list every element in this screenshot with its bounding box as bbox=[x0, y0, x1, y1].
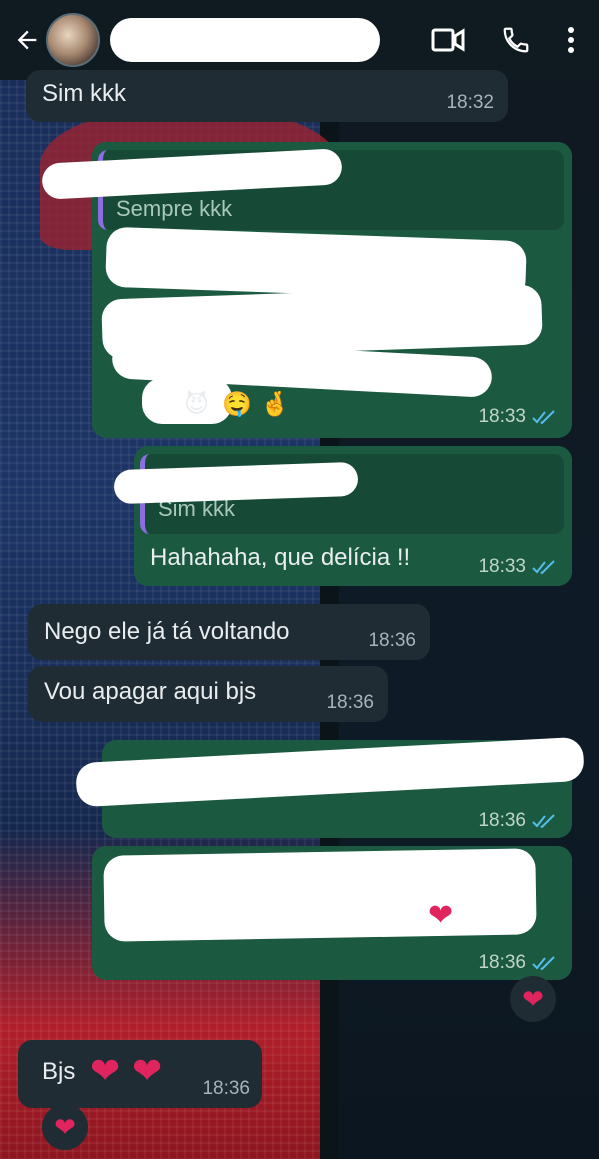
message-time: 18:36 bbox=[368, 630, 416, 651]
message-outgoing[interactable]: Sim kkk Hahahaha, que delícia !! 18:33 bbox=[113, 446, 572, 586]
message-time: 18:32 bbox=[446, 92, 494, 113]
red-heart-icon: ❤ bbox=[54, 1111, 76, 1142]
contact-avatar[interactable] bbox=[46, 13, 100, 67]
message-time: 18:36 bbox=[202, 1078, 250, 1099]
read-ticks-icon bbox=[532, 410, 555, 425]
message-outgoing[interactable]: 18:36 bbox=[75, 736, 585, 838]
message-time: 18:36 bbox=[478, 810, 526, 831]
emoji-drooling-face: 🤤 bbox=[222, 391, 252, 418]
message-text: Sim kkk bbox=[42, 80, 126, 107]
emoji-red-heart: ❤ bbox=[132, 1050, 163, 1091]
message-incoming[interactable]: Nego ele já tá voltando 18:36 bbox=[28, 604, 430, 660]
red-heart-icon: ❤ bbox=[522, 983, 544, 1014]
redaction-scribble bbox=[75, 736, 585, 808]
emoji-red-heart: ❤ bbox=[428, 899, 454, 932]
reaction-badge[interactable]: ❤ bbox=[42, 1104, 88, 1150]
arrow-left-icon[interactable] bbox=[12, 20, 42, 60]
read-ticks-icon bbox=[532, 814, 555, 829]
read-ticks-icon bbox=[532, 956, 555, 971]
redaction-scribble bbox=[103, 848, 537, 942]
reply-quote-text: Sempre kkk bbox=[116, 196, 233, 221]
message-time: 18:36 bbox=[478, 952, 526, 973]
reaction-badge[interactable]: ❤ bbox=[510, 976, 556, 1022]
message-outgoing[interactable]: ❤ 18:36 bbox=[92, 846, 572, 980]
message-incoming[interactable]: Sim kkk 18:32 bbox=[26, 70, 508, 122]
message-time: 18:36 bbox=[326, 692, 374, 713]
message-incoming[interactable]: Bjs ❤ ❤ 18:36 bbox=[18, 1040, 262, 1108]
more-vert-icon[interactable] bbox=[567, 26, 575, 54]
emoji-smiling-devil: 😈 bbox=[184, 391, 210, 418]
message-outgoing[interactable]: Sempre kkk 😈 🤤 🤞 18:33 bbox=[41, 142, 572, 438]
video-call-icon[interactable] bbox=[431, 27, 465, 53]
phone-icon[interactable] bbox=[501, 25, 531, 55]
read-ticks-icon bbox=[532, 560, 555, 575]
emoji-red-heart: ❤ bbox=[90, 1050, 121, 1091]
message-incoming[interactable]: Vou apagar aqui bjs 18:36 bbox=[28, 666, 388, 722]
message-text: Bjs bbox=[42, 1058, 76, 1085]
message-time: 18:33 bbox=[478, 556, 526, 577]
message-text: Vou apagar aqui bjs bbox=[44, 678, 257, 705]
message-text: Hahahaha, que delícia !! bbox=[150, 544, 411, 571]
chat-header bbox=[0, 0, 599, 80]
emoji-crossed-fingers: 🤞 bbox=[260, 391, 290, 418]
message-text: Nego ele já tá voltando bbox=[44, 618, 290, 645]
message-time: 18:33 bbox=[478, 406, 526, 427]
contact-name-redacted[interactable] bbox=[110, 18, 380, 62]
